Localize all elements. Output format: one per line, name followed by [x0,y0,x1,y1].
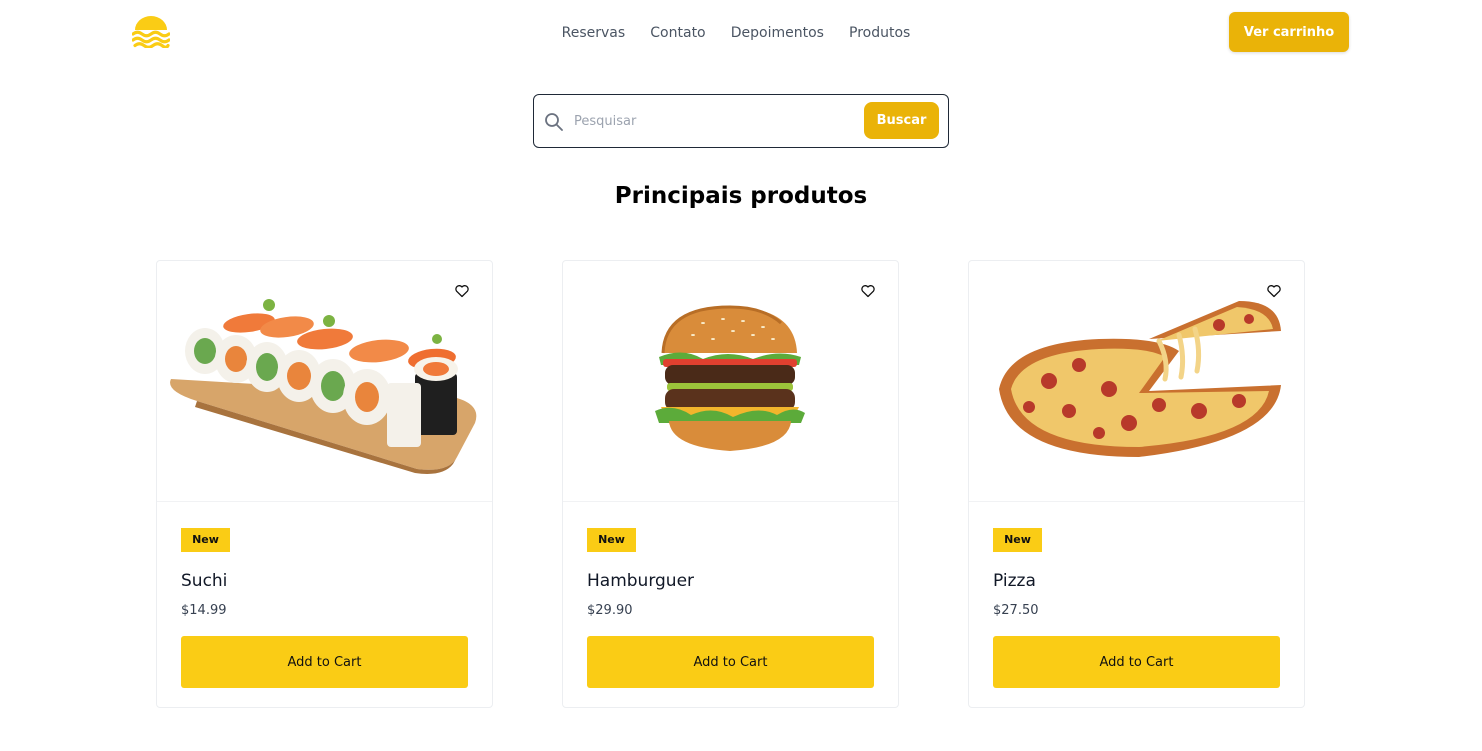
pizza-image [999,301,1281,457]
search-bar: Buscar [533,94,949,148]
sushi-image [170,299,477,474]
product-name: Hamburguer [587,571,695,591]
product-card: New Hamburguer $29.90 Add to Cart [562,260,899,708]
hamburger-image [655,305,805,451]
new-badge: New [587,528,636,552]
nav-link-reservas[interactable]: Reservas [562,23,626,43]
search-input[interactable] [574,107,854,135]
product-image-area [969,261,1304,502]
product-card: New Pizza $27.50 Add to Cart [968,260,1305,708]
product-price: $27.50 [993,603,1039,618]
nav-link-produtos[interactable]: Produtos [849,23,910,43]
product-price: $29.90 [587,603,633,618]
nav-link-contato[interactable]: Contato [650,23,705,43]
section-title: Principais produtos [614,183,868,209]
add-to-cart-button[interactable]: Add to Cart [587,636,874,688]
product-card: New Suchi $14.99 Add to Cart [156,260,493,708]
add-to-cart-button[interactable]: Add to Cart [993,636,1280,688]
product-image-area [157,261,492,502]
view-cart-button[interactable]: Ver carrinho [1229,12,1349,52]
search-button[interactable]: Buscar [864,102,939,139]
new-badge: New [993,528,1042,552]
add-to-cart-button[interactable]: Add to Cart [181,636,468,688]
favorite-heart-icon[interactable] [860,283,876,299]
product-price: $14.99 [181,603,227,618]
product-image-area [563,261,898,502]
favorite-heart-icon[interactable] [454,283,470,299]
search-icon [545,113,563,131]
product-name: Suchi [181,571,228,591]
favorite-heart-icon[interactable] [1266,283,1282,299]
nav-link-depoimentos[interactable]: Depoimentos [731,23,824,43]
product-name: Pizza [993,571,1036,591]
new-badge: New [181,528,230,552]
